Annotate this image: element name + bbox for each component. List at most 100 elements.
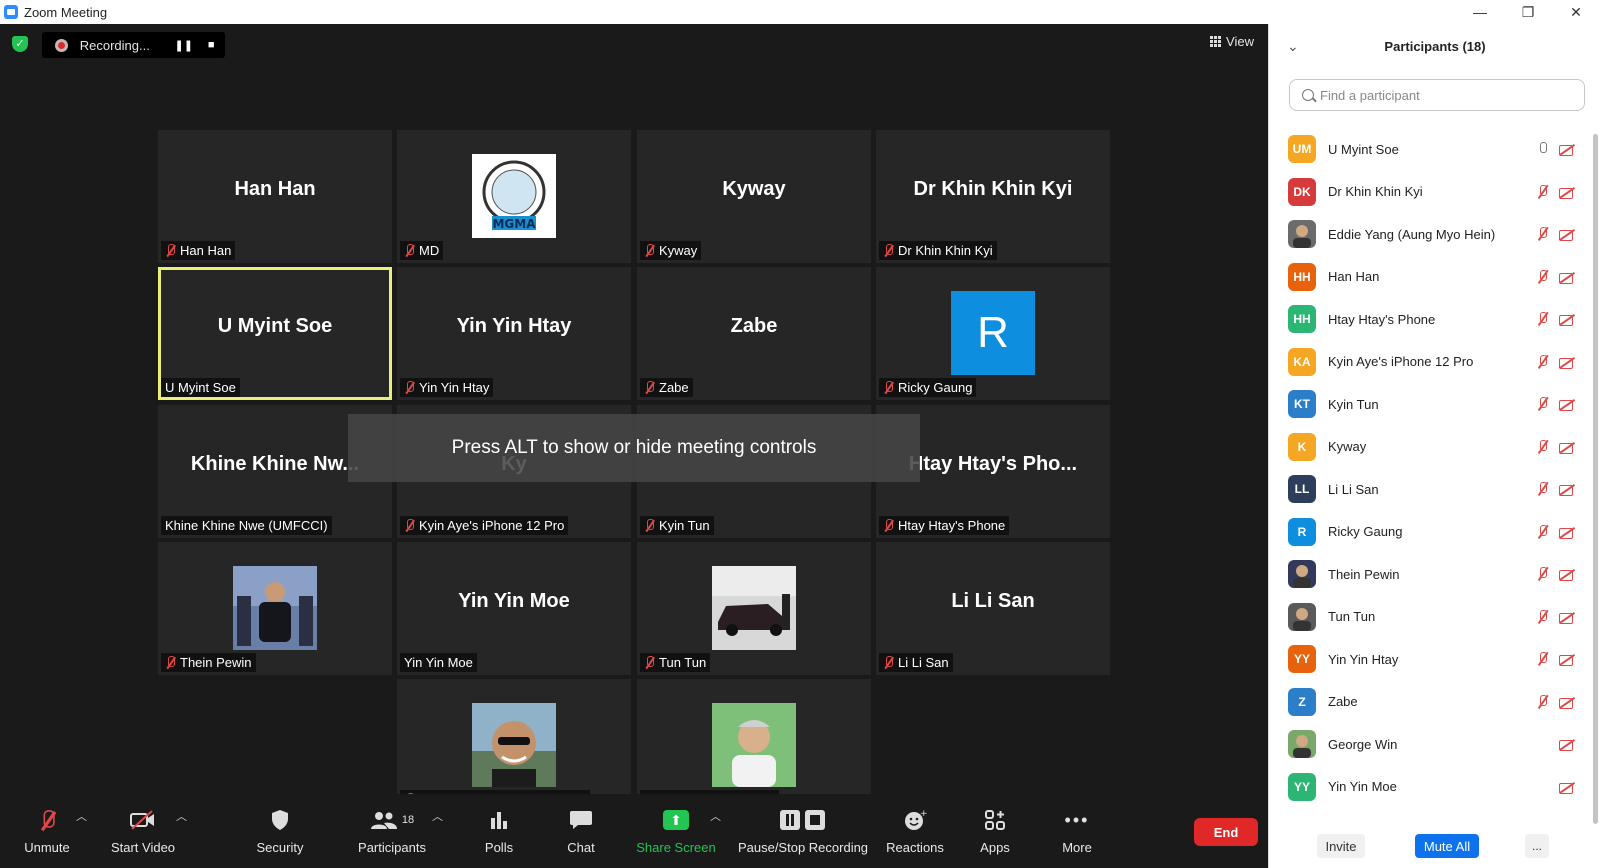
video-tile[interactable]: Kyway Kyway [637,130,871,263]
reactions-button[interactable]: + Reactions [882,804,948,858]
chat-icon [569,804,593,836]
participants-options-chevron-icon[interactable]: ︿ [432,808,443,824]
pause-recording-icon[interactable]: ❚❚ [170,39,197,52]
video-tile[interactable]: Yin Yin Moe Yin Yin Moe [397,542,631,675]
video-off-icon[interactable] [1559,481,1575,497]
unmute-button[interactable]: Unmute [22,804,72,858]
participant-row[interactable]: KA Kyin Aye's iPhone 12 Pro [1269,341,1581,384]
audio-options-chevron-icon[interactable]: ︿ [76,808,87,824]
video-tile[interactable]: R Ricky Gaung [876,267,1110,400]
video-tile[interactable]: Yin Yin Htay Yin Yin Htay [397,267,631,400]
video-tile[interactable]: Connecting to audio·•· [637,679,871,812]
pause-stop-recording-button[interactable]: Pause/Stop Recording [736,804,870,858]
restore-button[interactable]: ❐ [1504,0,1552,24]
participant-name: Han Han [1328,269,1380,285]
mic-muted-icon[interactable] [1535,269,1551,285]
tile-display-name: Li Li San [951,590,1035,612]
video-tile[interactable]: Eddie Yang (Aung Myo Hein) [397,679,631,812]
video-off-icon[interactable] [1559,524,1575,540]
video-tile[interactable]: Dr Khin Khin Kyi Dr Khin Khin Kyi [876,130,1110,263]
mute-all-button[interactable]: Mute All [1415,834,1479,858]
participant-row[interactable]: Z Zabe [1269,681,1581,724]
mic-muted-icon[interactable] [1535,396,1551,412]
participant-row[interactable]: R Ricky Gaung [1269,511,1581,554]
security-button[interactable]: Security [252,804,308,858]
video-tile[interactable]: Zabe Zabe [637,267,871,400]
participant-row[interactable]: Eddie Yang (Aung Myo Hein) [1269,213,1581,256]
video-tile[interactable]: Han Han Han Han [158,130,392,263]
video-tile[interactable]: Li Li San Li Li San [876,542,1110,675]
mic-muted-icon[interactable] [1535,651,1551,667]
video-options-chevron-icon[interactable]: ︿ [176,808,187,824]
video-off-icon[interactable] [1559,566,1575,582]
apps-button[interactable]: Apps [972,804,1018,858]
encryption-shield-icon[interactable]: ✓ [12,36,28,52]
mic-muted-icon[interactable] [1535,524,1551,540]
reactions-icon: + [903,804,927,836]
participant-row[interactable]: Thein Pewin [1269,553,1581,596]
mic-muted-icon[interactable] [1535,354,1551,370]
participant-search[interactable] [1289,79,1585,111]
invite-button[interactable]: Invite [1317,834,1365,858]
mic-muted-icon[interactable] [1535,226,1551,242]
video-tile[interactable]: MGMA MD [397,130,631,263]
participant-list-scrollbar[interactable] [1593,134,1598,824]
minimize-button[interactable]: — [1456,0,1504,24]
view-button[interactable]: View [1210,34,1254,49]
share-options-chevron-icon[interactable]: ︿ [710,808,721,824]
video-off-icon[interactable] [1559,651,1575,667]
video-off-icon[interactable] [1559,736,1575,752]
search-input[interactable] [1320,87,1570,103]
mic-muted-icon[interactable] [1535,566,1551,582]
video-off-icon[interactable] [1559,184,1575,200]
participants-button[interactable]: 18 Participants [352,804,432,858]
participant-name: Htay Htay's Phone [1328,311,1436,327]
mic-muted-icon[interactable] [1535,481,1551,497]
participant-row[interactable]: George Win [1269,723,1581,766]
participant-row[interactable]: YY Yin Yin Moe [1269,766,1581,809]
mic-muted-icon[interactable] [1535,311,1551,327]
participant-status-icons [1535,141,1575,157]
video-off-icon[interactable] [1559,226,1575,242]
participant-row[interactable]: YY Yin Yin Htay [1269,638,1581,681]
polls-button[interactable]: Polls [476,804,522,858]
participant-row[interactable]: KT Kyin Tun [1269,383,1581,426]
participant-name: Htay Htay's Phone [898,518,1006,533]
panel-more-button[interactable]: ... [1525,834,1549,858]
participant-row[interactable]: UM U Myint Soe [1269,128,1581,171]
participant-row[interactable]: DK Dr Khin Khin Kyi [1269,171,1581,214]
tun-tun-photo [712,566,796,650]
more-button[interactable]: ••• More [1054,804,1100,858]
participant-row[interactable]: LL Li Li San [1269,468,1581,511]
participant-row[interactable]: HH Htay Htay's Phone [1269,298,1581,341]
end-meeting-button[interactable]: End [1194,818,1258,846]
mic-muted-icon[interactable] [1535,609,1551,625]
participant-row[interactable]: K Kyway [1269,426,1581,469]
video-off-icon[interactable] [1559,354,1575,370]
start-video-button[interactable]: Start Video [108,804,178,858]
participant-row[interactable]: Tun Tun [1269,596,1581,639]
video-off-icon[interactable] [1559,311,1575,327]
video-off-icon[interactable] [1559,439,1575,455]
video-off-icon[interactable] [1559,396,1575,412]
share-screen-button[interactable]: ⬆ Share Screen [634,804,718,858]
video-tile[interactable]: Thein Pewin [158,542,392,675]
close-button[interactable]: ✕ [1552,0,1600,24]
mic-muted-icon[interactable] [1535,694,1551,710]
mic-muted-icon [165,656,176,669]
share-screen-icon: ⬆ [663,804,689,836]
mic-icon[interactable] [1535,141,1551,157]
mic-muted-icon[interactable] [1535,184,1551,200]
video-off-icon[interactable] [1559,269,1575,285]
video-off-icon[interactable] [1559,694,1575,710]
video-tile[interactable]: U Myint Soe U Myint Soe [158,267,392,400]
video-off-icon[interactable] [1559,779,1575,795]
video-off-icon[interactable] [1559,609,1575,625]
stop-recording-icon[interactable]: ■ [198,39,225,51]
video-tile[interactable]: Tun Tun [637,542,871,675]
mic-muted-icon[interactable] [1535,439,1551,455]
pause-stop-icon [779,804,827,836]
video-off-icon[interactable] [1559,141,1575,157]
chat-button[interactable]: Chat [558,804,604,858]
participant-row[interactable]: HH Han Han [1269,256,1581,299]
